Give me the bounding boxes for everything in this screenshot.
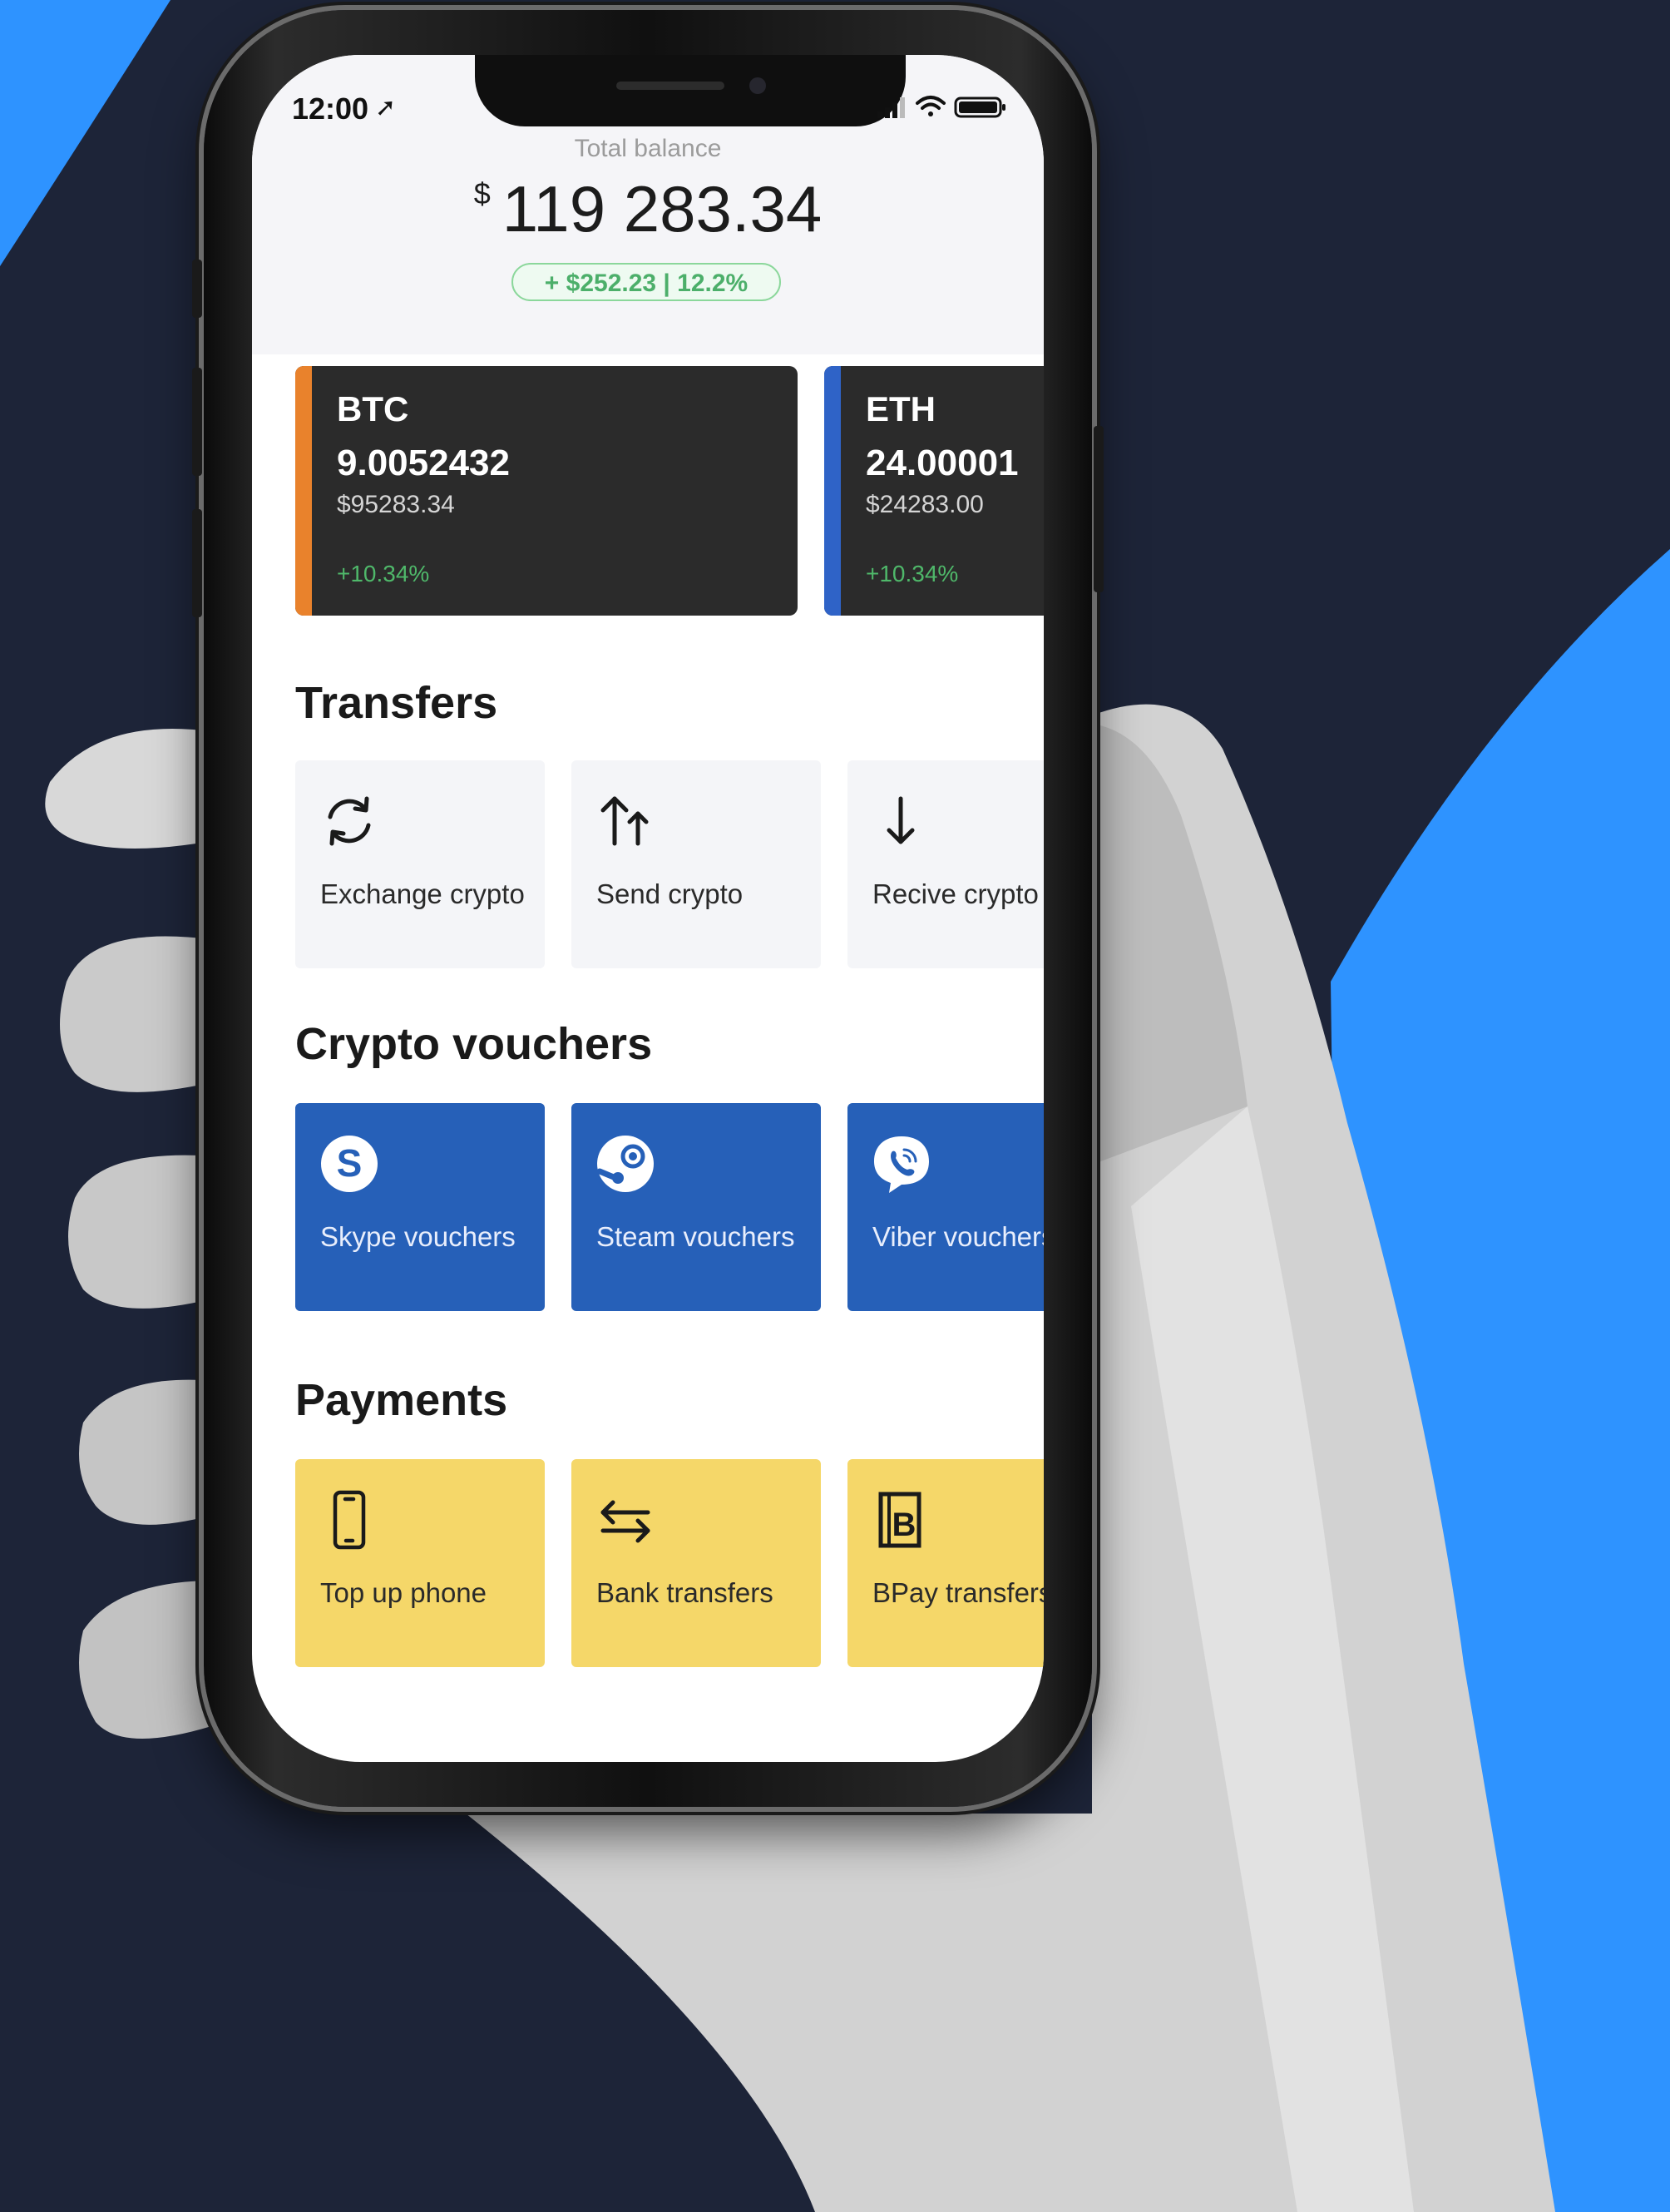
tile-label: Viber vouchers bbox=[872, 1221, 1044, 1252]
total-balance-label: Total balance bbox=[574, 135, 722, 162]
tile-label: Send crypto bbox=[596, 878, 744, 909]
coin-card-btc[interactable]: BTC 9.0052432 $95283.34 +10.34% bbox=[295, 366, 798, 616]
coin-usd-value: $24283.00 bbox=[866, 491, 984, 518]
tile-label: Top up phone bbox=[320, 1577, 487, 1608]
bpay-icon: B bbox=[878, 1492, 921, 1548]
coin-change: +10.34% bbox=[866, 561, 959, 586]
send-crypto-button[interactable]: Send crypto bbox=[571, 760, 821, 968]
coin-amount: 9.0052432 bbox=[337, 443, 510, 483]
svg-text:S: S bbox=[337, 1141, 363, 1185]
tile-label: Bank transfers bbox=[596, 1577, 773, 1608]
phone-frame: 12:00 ➚ Total balance $119 283.34 + $252… bbox=[192, 10, 1104, 1807]
bpay-transfers-button[interactable]: B BPay transfers bbox=[847, 1459, 1044, 1667]
receive-icon bbox=[887, 796, 915, 844]
svg-text:B: B bbox=[892, 1507, 917, 1543]
top-up-phone-button[interactable]: Top up phone bbox=[295, 1459, 545, 1667]
send-icon bbox=[600, 796, 649, 846]
exchange-icon bbox=[328, 796, 371, 846]
balance-change-badge: + $252.23 | 12.2% bbox=[511, 263, 781, 301]
coin-accent bbox=[295, 366, 312, 616]
notch bbox=[475, 55, 906, 126]
steam-icon bbox=[596, 1136, 654, 1192]
payments-title: Payments bbox=[295, 1375, 508, 1425]
status-icons bbox=[877, 96, 1005, 118]
transfers-title: Transfers bbox=[295, 678, 498, 728]
total-balance: $119 283.34 bbox=[252, 171, 1044, 247]
tile-label: Skype vouchers bbox=[320, 1221, 516, 1252]
volume-button bbox=[192, 260, 202, 318]
balance-amount: 119 283.34 bbox=[501, 172, 823, 245]
tile-label: Exchange crypto bbox=[320, 878, 525, 909]
status-time: 12:00 bbox=[292, 92, 369, 126]
volume-button bbox=[192, 509, 202, 617]
volume-button bbox=[192, 368, 202, 476]
viber-icon bbox=[874, 1136, 929, 1193]
phone-screen: 12:00 ➚ Total balance $119 283.34 + $252… bbox=[252, 55, 1044, 1762]
tile-label: Steam vouchers bbox=[596, 1221, 795, 1252]
steam-vouchers-button[interactable]: Steam vouchers bbox=[571, 1103, 821, 1311]
coin-change: +10.34% bbox=[337, 561, 430, 586]
crypto-vouchers-title: Crypto vouchers bbox=[295, 1019, 653, 1069]
viber-vouchers-button[interactable]: Viber vouchers bbox=[847, 1103, 1044, 1311]
coin-usd-value: $95283.34 bbox=[337, 491, 455, 518]
location-icon: ➚ bbox=[375, 94, 397, 121]
tile-label: BPay transfers bbox=[872, 1577, 1044, 1608]
coin-accent bbox=[824, 366, 841, 616]
speaker bbox=[616, 82, 724, 90]
signal-icon bbox=[877, 97, 905, 118]
coin-amount: 24.00001 bbox=[866, 443, 1019, 483]
exchange-crypto-button[interactable]: Exchange crypto bbox=[295, 760, 545, 968]
bank-transfers-button[interactable]: Bank transfers bbox=[571, 1459, 821, 1667]
phone-icon bbox=[333, 1490, 366, 1550]
receive-crypto-button[interactable]: Recive crypto bbox=[847, 760, 1044, 968]
front-camera bbox=[749, 77, 766, 94]
balance-currency: $ bbox=[473, 176, 491, 210]
battery-icon bbox=[954, 96, 1005, 118]
coin-symbol: BTC bbox=[337, 389, 409, 428]
coin-symbol: ETH bbox=[866, 389, 936, 428]
bank-transfer-icon bbox=[600, 1500, 650, 1543]
skype-vouchers-button[interactable]: S Skype vouchers bbox=[295, 1103, 545, 1311]
wifi-icon bbox=[916, 96, 946, 116]
tile-label: Recive crypto bbox=[872, 878, 1039, 909]
skype-icon: S bbox=[321, 1136, 378, 1192]
power-button bbox=[1094, 426, 1104, 592]
coin-card-eth[interactable]: ETH 24.00001 $24283.00 +10.34% bbox=[824, 366, 1044, 616]
